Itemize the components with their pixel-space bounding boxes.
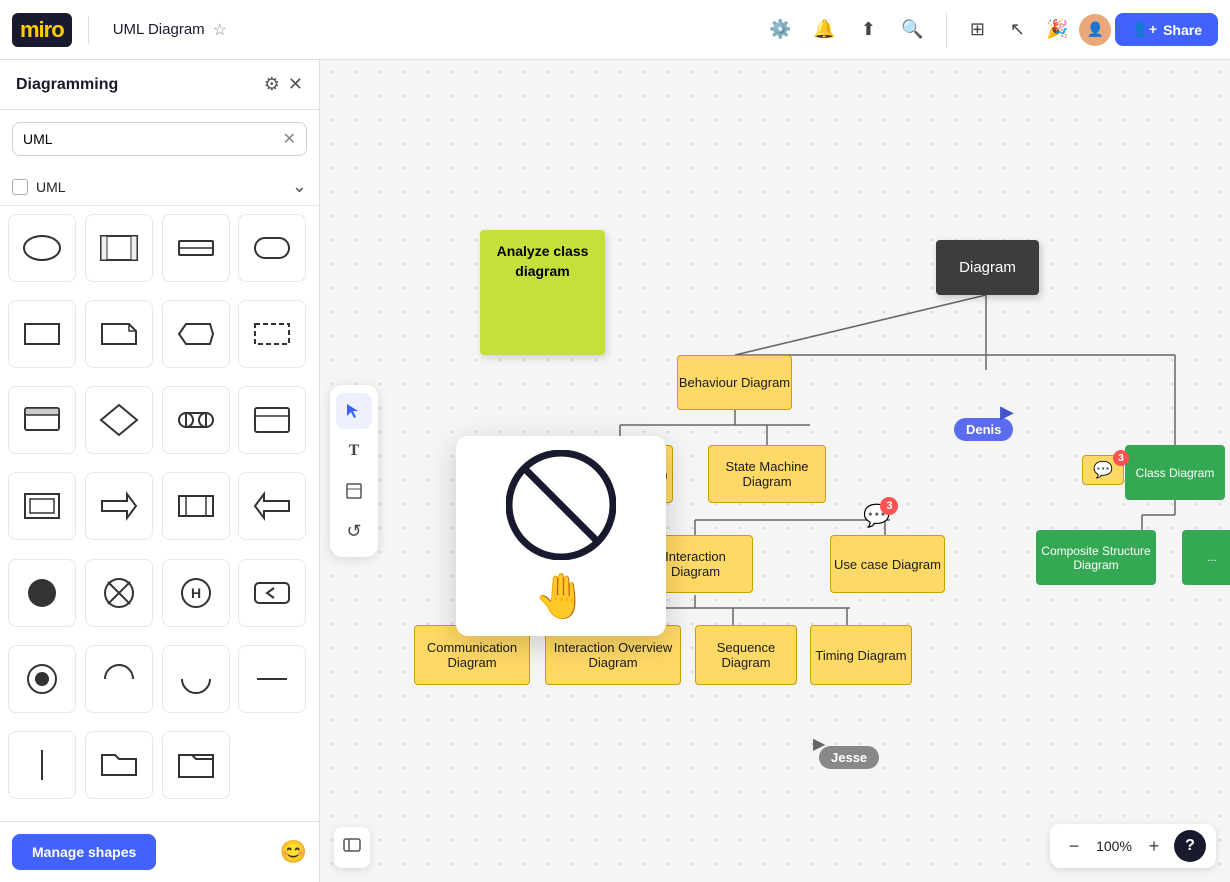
jesse-label: Jesse — [819, 746, 879, 769]
shape-arc[interactable] — [162, 645, 230, 713]
state-machine-diagram-box[interactable]: State Machine Diagram — [708, 445, 826, 503]
zoom-out-button[interactable]: − — [1060, 832, 1088, 860]
filter-icon[interactable]: ⚙ — [264, 74, 280, 95]
shape-frame[interactable] — [85, 214, 153, 282]
sticky-note-tool[interactable] — [336, 473, 372, 509]
top-bar: miro UML Diagram ☆ ⚙️ 🔔 ⬆ 🔍 ⊞ ↖ 🎉 👤 👤+ S… — [0, 0, 1230, 60]
shape-h-circle[interactable]: H — [162, 559, 230, 627]
shapes-grid: H — [0, 206, 319, 821]
draggable-card[interactable]: 🤚 — [456, 436, 666, 636]
bottom-bar: − 100% + ? — [1050, 824, 1216, 868]
select-tool[interactable] — [336, 393, 372, 429]
main-area: Diagramming ⚙ ✕ ✕ UML ⌄ — [0, 60, 1230, 882]
timing-diagram-box[interactable]: Timing Diagram — [810, 625, 912, 685]
shape-wide-rect[interactable] — [162, 214, 230, 282]
diagram-title: UML Diagram — [113, 21, 205, 38]
undo-tool[interactable]: ↺ — [336, 513, 372, 549]
close-icon[interactable]: ✕ — [288, 74, 303, 95]
left-toolbar: T ↺ — [330, 385, 378, 557]
shape-arrow-left-box[interactable] — [238, 559, 306, 627]
hand-cursor-icon: 🤚 — [534, 570, 589, 622]
shape-display[interactable] — [162, 300, 230, 368]
search-input[interactable] — [23, 131, 275, 147]
share-icon: 👤+ — [1131, 21, 1157, 38]
shape-stadium[interactable] — [162, 386, 230, 454]
shape-folder2[interactable] — [162, 731, 230, 799]
sequence-diagram-box[interactable]: Sequence Diagram — [695, 625, 797, 685]
emoji-button[interactable]: 😊 — [280, 839, 307, 865]
cursor-icon[interactable]: ↖ — [999, 12, 1035, 48]
settings-icon[interactable]: ⚙️ — [762, 12, 798, 48]
shape-rect[interactable] — [8, 300, 76, 368]
shape-process[interactable] — [162, 472, 230, 540]
confetti-icon[interactable]: 🎉 — [1039, 12, 1075, 48]
shape-outer-screen[interactable] — [8, 472, 76, 540]
sidebar-header: Diagramming ⚙ ✕ — [0, 60, 319, 110]
extra-diagram-box[interactable]: ... — [1182, 530, 1230, 585]
search-icon[interactable]: 🔍 — [894, 12, 930, 48]
uml-filter-label[interactable]: UML — [12, 179, 66, 195]
behaviour-diagram-box[interactable]: Behaviour Diagram — [677, 355, 792, 410]
zoom-level: 100% — [1094, 838, 1134, 854]
sidebar-title: Diagramming — [16, 76, 118, 94]
use-case-diagram-box[interactable]: Use case Diagram — [830, 535, 945, 593]
user-avatar[interactable]: 👤 — [1079, 14, 1111, 46]
add-apps-icon[interactable]: ⊞ — [959, 12, 995, 48]
uml-filter-row: UML ⌄ — [0, 168, 319, 206]
diagram-root-box[interactable]: Diagram — [936, 240, 1039, 295]
shape-corner-rect[interactable] — [238, 386, 306, 454]
shape-note[interactable] — [85, 300, 153, 368]
star-icon[interactable]: ☆ — [213, 20, 227, 40]
miro-logo: miro — [12, 13, 72, 47]
sidebar-footer: Manage shapes 😊 — [0, 821, 319, 882]
share-button[interactable]: 👤+ Share — [1115, 13, 1218, 46]
search-clear-icon[interactable]: ✕ — [283, 129, 296, 149]
notification-icon[interactable]: 🔔 — [806, 12, 842, 48]
canvas[interactable]: T ↺ — [320, 60, 1230, 882]
svg-text:H: H — [190, 585, 200, 601]
shape-line-h[interactable] — [238, 645, 306, 713]
manage-shapes-button[interactable]: Manage shapes — [12, 834, 156, 870]
shape-folder[interactable] — [85, 731, 153, 799]
shape-dashed-rect[interactable] — [238, 300, 306, 368]
chat-badge-1[interactable]: 💬 3 — [863, 503, 890, 529]
shape-line-v[interactable] — [8, 731, 76, 799]
bottom-left-bar — [334, 827, 370, 868]
expand-icon[interactable]: ⌄ — [292, 176, 307, 197]
shape-screen[interactable] — [8, 386, 76, 454]
shape-target-circle[interactable] — [8, 645, 76, 713]
class-diagram-annotation[interactable]: 💬 3 — [1082, 455, 1124, 485]
shape-filled-circle[interactable] — [8, 559, 76, 627]
text-tool[interactable]: T — [336, 433, 372, 469]
shape-ellipse[interactable] — [8, 214, 76, 282]
class-diagram-box[interactable]: Class Diagram — [1125, 445, 1225, 500]
zoom-in-button[interactable]: + — [1140, 832, 1168, 860]
jesse-cursor-arrow: ▶ — [813, 734, 825, 754]
sidebar: Diagramming ⚙ ✕ ✕ UML ⌄ — [0, 60, 320, 882]
upload-icon[interactable]: ⬆ — [850, 12, 886, 48]
shape-half-circle[interactable] — [85, 645, 153, 713]
shape-diamond[interactable] — [85, 386, 153, 454]
composite-diagram-box[interactable]: Composite Structure Diagram — [1036, 530, 1156, 585]
help-button[interactable]: ? — [1174, 830, 1206, 862]
uml-checkbox[interactable] — [12, 179, 28, 195]
search-bar: ✕ — [12, 122, 307, 156]
shape-return-arrow[interactable] — [238, 472, 306, 540]
forbidden-icon — [506, 450, 616, 560]
sidebar-toggle-button[interactable] — [334, 827, 370, 868]
shape-rounded-rect[interactable] — [238, 214, 306, 282]
sidebar-toggle-icon — [342, 835, 362, 855]
shape-x-circle[interactable] — [85, 559, 153, 627]
denis-cursor-arrow: ▶ — [1000, 402, 1014, 423]
sticky-note[interactable]: Analyze class diagram — [480, 230, 605, 355]
shape-arrow-right[interactable] — [85, 472, 153, 540]
